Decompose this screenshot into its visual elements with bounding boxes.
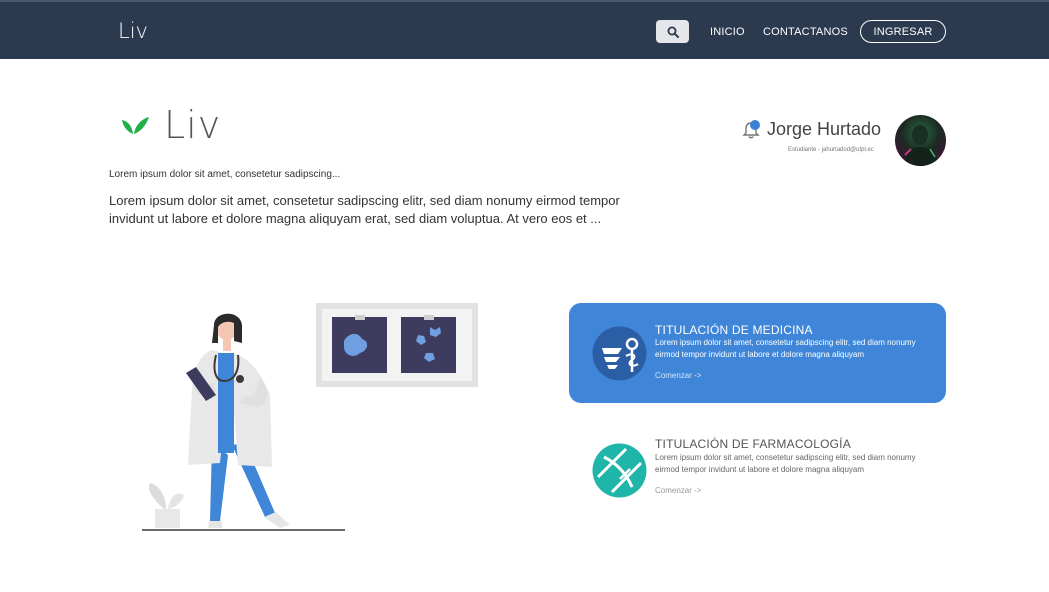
notification-badge <box>750 120 760 130</box>
nav-link-contactanos[interactable]: CONTACTANOS <box>763 26 848 38</box>
login-button[interactable]: INGRESAR <box>860 20 946 43</box>
card-start-link[interactable]: Comenzar -> <box>655 371 701 380</box>
hero-body: Lorem ipsum dolor sit amet, consetetur s… <box>109 193 620 226</box>
card-description: Lorem ipsum dolor sit amet, consetetur s… <box>655 453 916 474</box>
avatar[interactable] <box>895 115 946 166</box>
search-button[interactable] <box>656 20 689 43</box>
user-name[interactable]: Jorge Hurtado <box>767 119 881 140</box>
card-farmacologia[interactable]: TITULACIÓN DE FARMACOLOGÍA Lorem ipsum d… <box>569 420 946 520</box>
logo-text: Liv <box>164 103 222 147</box>
leaf-logo-icon <box>122 117 149 134</box>
medicine-caduceus-icon <box>592 326 647 381</box>
doctor-illustration <box>142 303 478 531</box>
nav-link-inicio[interactable]: INICIO <box>710 26 745 38</box>
search-icon <box>667 26 679 38</box>
hero-subtitle: Lorem ipsum dolor sit amet, consetetur s… <box>109 169 341 180</box>
top-navbar: Liv INICIO CONTACTANOS INGRESAR <box>0 0 1049 59</box>
card-title: TITULACIÓN DE MEDICINA <box>655 323 813 337</box>
card-medicina[interactable]: TITULACIÓN DE MEDICINA Lorem ipsum dolor… <box>569 303 946 403</box>
pharmacy-pill-icon <box>592 443 647 498</box>
user-subtitle: Estudiante - jahurtadod@utpl.ec <box>788 147 874 153</box>
card-start-link[interactable]: Comenzar -> <box>655 486 701 495</box>
card-title: TITULACIÓN DE FARMACOLOGÍA <box>655 437 851 451</box>
card-description: Lorem ipsum dolor sit amet, consetetur s… <box>655 338 916 359</box>
nav-brand[interactable]: Liv <box>118 19 148 43</box>
